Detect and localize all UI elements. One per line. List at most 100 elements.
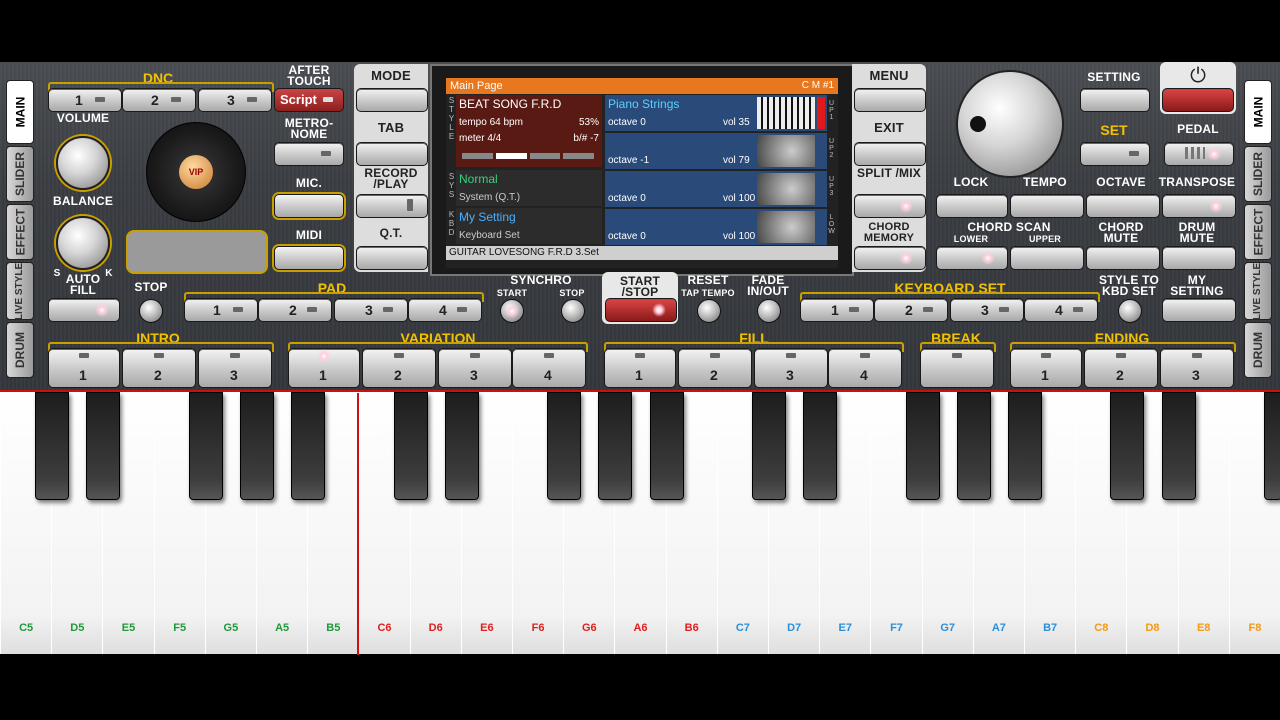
black-key[interactable] [1110, 392, 1145, 500]
keyboard-set-box[interactable]: My Setting Keyboard Set [456, 208, 602, 244]
tab-button[interactable] [356, 142, 428, 166]
dnc-button-1[interactable]: 1 [48, 88, 122, 112]
qt-button[interactable] [356, 246, 428, 270]
black-key[interactable] [547, 392, 582, 500]
keyboard-set-button-1[interactable]: 1 [800, 298, 874, 322]
tab-effect-right[interactable]: EFFECT [1244, 204, 1272, 260]
black-key[interactable] [803, 392, 838, 500]
fade-button[interactable] [757, 299, 781, 323]
lock-button[interactable] [936, 194, 1008, 218]
start-stop-button[interactable] [605, 298, 677, 322]
keyboard-set-button-3[interactable]: 3 [950, 298, 1024, 322]
set-button[interactable] [1080, 142, 1150, 166]
midi-button[interactable] [274, 246, 344, 270]
system-box[interactable]: Normal System (Q.T.) [456, 170, 602, 206]
style-box[interactable]: BEAT SONG F.R.D tempo 64 bpm 53% meter 4… [456, 95, 602, 167]
vip-disc[interactable]: VIP [146, 122, 246, 222]
variation-button-3[interactable]: 3 [438, 348, 512, 388]
tab-live-style-left[interactable]: LIVE STYLE [6, 262, 34, 320]
intro-button-1[interactable]: 1 [48, 348, 120, 388]
ending-button-3[interactable]: 3 [1160, 348, 1234, 388]
chord-mute-button[interactable] [1086, 246, 1160, 270]
dnc-button-2[interactable]: 2 [122, 88, 196, 112]
octave-button[interactable] [1086, 194, 1160, 218]
style-to-kbd-button[interactable] [1118, 299, 1142, 323]
voice-up2[interactable]: octave -1 vol 79 [605, 133, 827, 169]
tab-main-right[interactable]: MAIN [1244, 80, 1272, 144]
transpose-button[interactable] [1162, 194, 1236, 218]
keyboard-set-button-4[interactable]: 4 [1024, 298, 1098, 322]
chord-memory-button[interactable] [854, 246, 926, 270]
synchro-stop-button[interactable] [561, 299, 585, 323]
reset-button[interactable] [697, 299, 721, 323]
display-pad[interactable] [126, 230, 268, 274]
mode-button[interactable] [356, 88, 428, 112]
drum-mute-button[interactable] [1162, 246, 1236, 270]
dnc-button-3[interactable]: 3 [198, 88, 272, 112]
led-on [652, 303, 666, 317]
mic-button[interactable] [274, 194, 344, 218]
tab-slider-right[interactable]: SLIDER [1244, 146, 1272, 202]
tab-drum-left[interactable]: DRUM [6, 322, 34, 378]
fill-button-2[interactable]: 2 [678, 348, 752, 388]
voice-up3[interactable]: octave 0 vol 100 [605, 171, 827, 207]
auto-fill-button[interactable] [48, 298, 120, 322]
voice-up1[interactable]: Piano Strings octave 0 vol 35 [605, 95, 827, 131]
balance-knob[interactable] [56, 216, 110, 270]
black-key[interactable] [240, 392, 274, 500]
black-key[interactable] [1264, 392, 1280, 500]
metronome-button[interactable] [274, 142, 344, 166]
synchro-start-button[interactable] [500, 299, 524, 323]
chord-scan-upper-button[interactable] [1010, 246, 1084, 270]
black-key[interactable] [1161, 392, 1196, 500]
fill-button-1[interactable]: 1 [604, 348, 676, 388]
tab-drum-right[interactable]: DRUM [1244, 322, 1272, 378]
variation-button-1[interactable]: 1 [288, 348, 360, 388]
fill-button-3[interactable]: 3 [754, 348, 828, 388]
voice-low[interactable]: octave 0 vol 100 [605, 209, 827, 245]
black-key[interactable] [1008, 392, 1042, 500]
tempo-button[interactable] [1010, 194, 1084, 218]
black-key[interactable] [444, 392, 479, 500]
tab-live-style-right[interactable]: LIVE STYLE [1244, 262, 1272, 320]
black-key[interactable] [393, 392, 428, 500]
black-key[interactable] [291, 392, 326, 500]
pad-stop-button[interactable] [139, 299, 163, 323]
pedal-button[interactable] [1164, 142, 1234, 166]
ending-button-1[interactable]: 1 [1010, 348, 1082, 388]
break-button[interactable] [920, 348, 994, 388]
tab-main-left[interactable]: MAIN [6, 80, 34, 144]
ending-button-2[interactable]: 2 [1084, 348, 1158, 388]
tab-slider-left[interactable]: SLIDER [6, 146, 34, 202]
fill-button-4[interactable]: 4 [828, 348, 902, 388]
black-key[interactable] [905, 392, 940, 500]
menu-button[interactable] [854, 88, 926, 112]
intro-button-3[interactable]: 3 [198, 348, 272, 388]
pad-button-3[interactable]: 3 [334, 298, 408, 322]
setting-button[interactable] [1080, 88, 1150, 112]
black-key[interactable] [598, 392, 633, 500]
tab-effect-left[interactable]: EFFECT [6, 204, 34, 260]
black-key[interactable] [752, 392, 786, 500]
split-mix-button[interactable] [854, 194, 926, 218]
pad-button-2[interactable]: 2 [258, 298, 332, 322]
tempo-dial[interactable] [956, 70, 1064, 178]
intro-button-2[interactable]: 2 [122, 348, 196, 388]
pad-button-4[interactable]: 4 [408, 298, 482, 322]
exit-button[interactable] [854, 142, 926, 166]
pad-button-1[interactable]: 1 [184, 298, 258, 322]
variation-button-2[interactable]: 2 [362, 348, 436, 388]
black-key[interactable] [35, 392, 70, 500]
black-key[interactable] [649, 392, 684, 500]
black-key[interactable] [86, 392, 121, 500]
black-key[interactable] [188, 392, 223, 500]
volume-knob[interactable] [56, 136, 110, 190]
record-play-button[interactable] [356, 194, 428, 218]
chord-scan-lower-button[interactable] [936, 246, 1008, 270]
power-button[interactable] [1162, 88, 1234, 112]
after-touch-script-button[interactable]: Script [274, 88, 344, 112]
keyboard-set-button-2[interactable]: 2 [874, 298, 948, 322]
variation-button-4[interactable]: 4 [512, 348, 586, 388]
my-setting-button[interactable] [1162, 298, 1236, 322]
black-key[interactable] [956, 392, 991, 500]
